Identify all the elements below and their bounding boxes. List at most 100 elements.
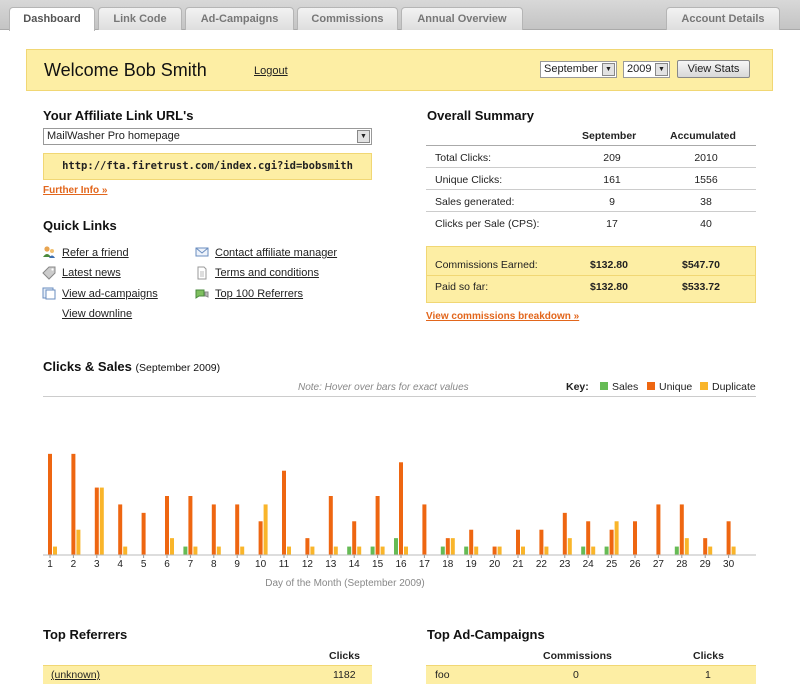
- tab-account-details[interactable]: Account Details: [666, 7, 780, 30]
- summary-row-label: Unique Clicks:: [435, 174, 503, 186]
- bar-duplicate[interactable]: [123, 546, 128, 555]
- month-select[interactable]: September ▼: [540, 61, 617, 78]
- referrer-name-link[interactable]: (unknown): [51, 669, 100, 681]
- bar-duplicate[interactable]: [193, 546, 198, 555]
- bar-sales[interactable]: [347, 546, 352, 555]
- bar-unique[interactable]: [94, 487, 99, 555]
- bar-duplicate[interactable]: [544, 546, 549, 555]
- bar-unique[interactable]: [469, 529, 474, 555]
- terms-link[interactable]: Terms and conditions: [215, 267, 319, 279]
- bar-duplicate[interactable]: [404, 546, 408, 555]
- bar-duplicate[interactable]: [310, 546, 315, 555]
- bar-sales[interactable]: [604, 546, 609, 555]
- chart-bars: [48, 453, 736, 555]
- x-tick-label: 2: [71, 559, 77, 570]
- bar-sales[interactable]: [674, 546, 679, 555]
- bar-duplicate[interactable]: [567, 538, 572, 555]
- bar-unique[interactable]: [422, 504, 427, 555]
- logout-link[interactable]: Logout: [254, 65, 288, 77]
- bar-unique[interactable]: [539, 529, 544, 555]
- bar-duplicate[interactable]: [591, 546, 596, 555]
- top-referrers-link[interactable]: Top 100 Referrers: [215, 288, 303, 300]
- x-tick-label: 9: [234, 559, 240, 570]
- bar-unique[interactable]: [445, 538, 450, 555]
- tab-link-code[interactable]: Link Code: [98, 7, 182, 30]
- bar-unique[interactable]: [188, 496, 193, 555]
- bar-duplicate[interactable]: [614, 521, 619, 555]
- bar-unique[interactable]: [235, 504, 240, 555]
- bar-unique[interactable]: [399, 462, 403, 555]
- bar-unique[interactable]: [492, 546, 497, 555]
- bar-duplicate[interactable]: [684, 538, 689, 555]
- clicks-sales-chart: 1 2 3 4 5 6 7 8 9 10 11 12 13 14 15 16 17 18 19 20 21 22 23 24 2…: [43, 453, 756, 589]
- bar-unique[interactable]: [48, 453, 52, 555]
- view-downline-link[interactable]: View downline: [62, 308, 132, 320]
- bar-unique[interactable]: [609, 529, 614, 555]
- bar-unique[interactable]: [282, 470, 286, 555]
- bar-duplicate[interactable]: [76, 529, 81, 555]
- bar-sales[interactable]: [394, 538, 398, 555]
- bar-duplicate[interactable]: [450, 538, 455, 555]
- refer-friend-link[interactable]: Refer a friend: [62, 247, 129, 259]
- bar-unique[interactable]: [71, 453, 76, 555]
- bar-duplicate[interactable]: [99, 487, 104, 555]
- bar-sales[interactable]: [464, 546, 469, 555]
- month-select-value: September: [544, 63, 598, 75]
- affiliate-link-select[interactable]: MailWasher Pro homepage ▼: [43, 128, 372, 145]
- commission-row-month: $132.80: [590, 259, 628, 271]
- row-divider: [427, 275, 755, 276]
- summary-row-total: 1556: [694, 174, 718, 186]
- bar-unique[interactable]: [633, 521, 637, 555]
- bar-duplicate[interactable]: [53, 546, 57, 555]
- tab-ad-campaigns[interactable]: Ad-Campaigns: [185, 7, 294, 30]
- view-stats-button[interactable]: View Stats: [677, 60, 750, 78]
- bar-unique[interactable]: [516, 529, 520, 555]
- bar-duplicate[interactable]: [357, 546, 362, 555]
- bar-unique[interactable]: [165, 496, 169, 555]
- bar-duplicate[interactable]: [521, 546, 525, 555]
- bar-duplicate[interactable]: [708, 546, 713, 555]
- latest-news-link[interactable]: Latest news: [62, 267, 121, 279]
- bar-unique[interactable]: [656, 504, 661, 555]
- x-tick-label: 27: [653, 559, 665, 570]
- bar-sales[interactable]: [370, 546, 375, 555]
- view-ad-campaigns-link[interactable]: View ad-campaigns: [62, 288, 158, 300]
- bar-unique[interactable]: [375, 496, 380, 555]
- bar-unique[interactable]: [586, 521, 591, 555]
- contact-manager-link[interactable]: Contact affiliate manager: [215, 247, 337, 259]
- bar-duplicate[interactable]: [333, 546, 338, 555]
- bar-duplicate[interactable]: [380, 546, 385, 555]
- bar-duplicate[interactable]: [240, 546, 245, 555]
- bar-unique[interactable]: [726, 521, 731, 555]
- bar-sales[interactable]: [581, 546, 586, 555]
- campaign-clicks: 1: [705, 669, 711, 681]
- summary-row-total: 2010: [694, 152, 718, 164]
- further-info-link[interactable]: Further Info »: [43, 185, 107, 196]
- bar-unique[interactable]: [211, 504, 216, 555]
- bar-sales[interactable]: [440, 546, 445, 555]
- bar-duplicate[interactable]: [287, 546, 291, 555]
- bar-unique[interactable]: [118, 504, 123, 555]
- x-tick-label: 25: [606, 559, 618, 570]
- bar-unique[interactable]: [258, 521, 263, 555]
- bar-unique[interactable]: [703, 538, 708, 555]
- bar-unique[interactable]: [352, 521, 357, 555]
- bar-duplicate[interactable]: [497, 546, 502, 555]
- year-select[interactable]: 2009 ▼: [623, 61, 670, 78]
- bar-duplicate[interactable]: [731, 546, 736, 555]
- tab-dashboard[interactable]: Dashboard: [9, 7, 95, 31]
- bar-duplicate[interactable]: [263, 504, 268, 555]
- bar-duplicate[interactable]: [216, 546, 221, 555]
- bar-unique[interactable]: [141, 512, 146, 555]
- bar-unique[interactable]: [562, 512, 567, 555]
- bar-unique[interactable]: [305, 538, 310, 555]
- tab-commissions[interactable]: Commissions: [297, 7, 398, 30]
- bar-unique[interactable]: [328, 496, 333, 555]
- bar-unique[interactable]: [679, 504, 684, 555]
- bar-duplicate[interactable]: [474, 546, 479, 555]
- bar-sales[interactable]: [183, 546, 188, 555]
- tab-annual-overview[interactable]: Annual Overview: [401, 7, 523, 30]
- bar-duplicate[interactable]: [170, 538, 174, 555]
- commissions-breakdown-link[interactable]: View commissions breakdown »: [426, 311, 579, 322]
- x-tick-label: 20: [489, 559, 501, 570]
